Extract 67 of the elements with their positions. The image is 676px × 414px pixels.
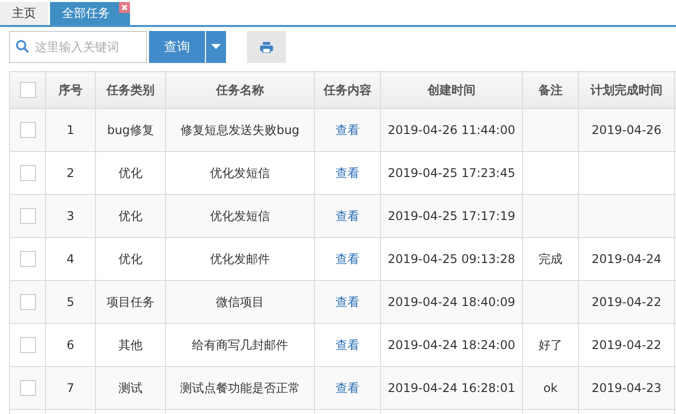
view-link[interactable]: 查看 xyxy=(336,166,360,180)
table-cell: 3 xyxy=(66,209,74,223)
printer-icon xyxy=(260,42,273,52)
column-header: 计划完成时间 xyxy=(590,82,662,96)
table-cell: 其他 xyxy=(118,338,142,352)
checkbox[interactable] xyxy=(20,82,36,98)
checkbox[interactable] xyxy=(20,165,36,181)
column-header: 创建时间 xyxy=(428,82,476,96)
table-cell: 2019-04-24 xyxy=(592,252,662,266)
table-cell: 微信项目 xyxy=(216,294,264,308)
table-cell: 6 xyxy=(66,338,74,352)
table-cell: 2019-04-24 18:24:00 xyxy=(388,338,516,352)
column-header: 序号 xyxy=(58,82,82,96)
table-cell: 给有商写几封邮件 xyxy=(192,338,288,352)
column-header: 任务内容 xyxy=(324,82,372,96)
table-cell: 2019-04-23 xyxy=(592,381,662,395)
column-header: 任务名称 xyxy=(216,82,264,96)
search-field[interactable]: 这里输入关键词 xyxy=(9,31,147,63)
view-link[interactable]: 查看 xyxy=(336,338,360,352)
table-cell: 优化发短信 xyxy=(210,208,270,222)
table-cell: 2019-04-26 11:44:00 xyxy=(388,123,516,137)
checkbox[interactable] xyxy=(20,380,36,396)
table-cell: 2019-04-22 xyxy=(592,338,662,352)
table-cell: 优化 xyxy=(118,166,142,180)
table-cell: 测试点餐功能是否正常 xyxy=(180,380,300,394)
tab[interactable]: 主页 xyxy=(0,2,48,25)
table-cell: 2019-04-25 17:23:45 xyxy=(388,166,516,180)
table-cell: 好了 xyxy=(538,338,562,352)
view-link[interactable]: 查看 xyxy=(336,380,360,394)
column-header: 备注 xyxy=(538,82,562,96)
checkbox[interactable] xyxy=(20,122,36,138)
table-cell: 5 xyxy=(66,295,74,309)
table-cell: 2019-04-24 16:28:01 xyxy=(388,381,516,395)
table-cell: 2 xyxy=(66,166,74,180)
checkbox[interactable] xyxy=(20,251,36,267)
table-cell: 修复短息发送失败bug xyxy=(180,122,300,136)
table-cell: 2019-04-25 17:17:19 xyxy=(388,209,516,223)
caret-icon xyxy=(211,44,221,50)
view-link[interactable]: 查看 xyxy=(336,294,360,308)
close-icon[interactable] xyxy=(119,2,130,13)
print-button[interactable] xyxy=(247,31,286,63)
query-button[interactable]: 查询 xyxy=(149,31,205,63)
table-cell: 7 xyxy=(66,381,74,395)
table-cell: 4 xyxy=(66,252,74,266)
checkbox[interactable] xyxy=(20,337,36,353)
table-cell: 测试 xyxy=(118,380,142,394)
table-cell: 优化 xyxy=(118,252,142,266)
column-header: 任务类别 xyxy=(106,82,154,96)
table-cell: bug修复 xyxy=(107,122,154,136)
table-cell: 优化发邮件 xyxy=(210,252,270,266)
table-cell: 项目任务 xyxy=(106,294,154,308)
checkbox[interactable] xyxy=(20,208,36,224)
table-cell: 优化发短信 xyxy=(210,166,270,180)
table-cell: ok xyxy=(543,381,558,395)
table-cell: 2019-04-26 xyxy=(592,123,662,137)
table-cell: 1 xyxy=(66,123,74,137)
table-cell: 完成 xyxy=(538,252,562,266)
table-cell: 2019-04-25 09:13:28 xyxy=(388,252,516,266)
tab[interactable]: 全部任务 xyxy=(50,2,130,25)
view-link[interactable]: 查看 xyxy=(336,252,360,266)
table-cell: 2019-04-22 xyxy=(592,295,662,309)
table-cell: 2019-04-24 18:40:09 xyxy=(388,295,516,309)
dropdown-button[interactable] xyxy=(206,31,226,63)
table-cell: 优化 xyxy=(118,208,142,222)
checkbox[interactable] xyxy=(20,294,36,310)
view-link[interactable]: 查看 xyxy=(336,122,360,136)
view-link[interactable]: 查看 xyxy=(336,208,360,222)
